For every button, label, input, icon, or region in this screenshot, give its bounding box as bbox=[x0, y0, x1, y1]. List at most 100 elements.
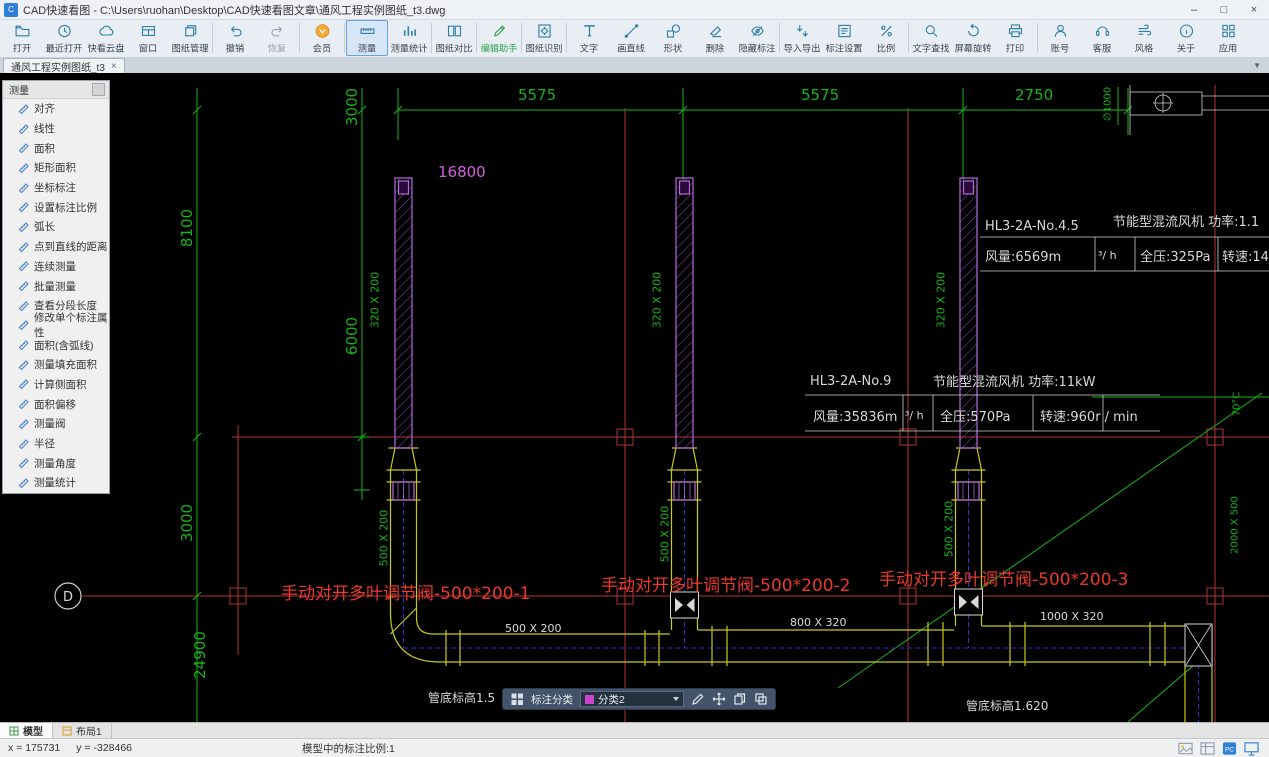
ribbon-button-text[interactable]: 文字 bbox=[568, 20, 610, 56]
ribbon-button-import-export[interactable]: 导入导出 bbox=[781, 20, 823, 56]
fan2-flow: 风量:35836m bbox=[813, 410, 898, 425]
panel-collapse-button[interactable] bbox=[92, 83, 105, 96]
measure-tool-side-area[interactable]: 计算侧面积 bbox=[3, 375, 109, 395]
ribbon-button-measure-stats[interactable]: 测量统计 bbox=[388, 20, 430, 56]
sheet-tab-model[interactable]: 模型 bbox=[0, 723, 53, 738]
move-icon[interactable] bbox=[712, 692, 726, 706]
ribbon-button-vip[interactable]: 会员 bbox=[301, 20, 343, 56]
ribbon-button-compare[interactable]: 图纸对比 bbox=[433, 20, 475, 56]
measure-tool-angle[interactable]: 测量角度 bbox=[3, 453, 109, 473]
measure-tool-coordinate[interactable]: 坐标标注 bbox=[3, 178, 109, 198]
ribbon-button-about[interactable]: 关于 bbox=[1165, 20, 1207, 56]
cad-canvas[interactable]: D 5575 5575 2750 3000 8100 6000 3000 249… bbox=[0, 73, 1269, 722]
stats-tool-icon bbox=[18, 477, 30, 489]
measure-tool-rect-area[interactable]: 矩形面积 bbox=[3, 158, 109, 178]
measure-tool-area-offset[interactable]: 面积偏移 bbox=[3, 394, 109, 414]
shapes-icon bbox=[664, 23, 683, 39]
ribbon-button-shapes[interactable]: 形状 bbox=[652, 20, 694, 56]
dim-label-left: 8100 bbox=[178, 208, 196, 248]
measure-tool-set-scale[interactable]: 设置标注比例 bbox=[3, 197, 109, 217]
status-bar: x = 175731 y = -328466 模型中的标注比例:1 bbox=[0, 738, 1269, 757]
minimize-button[interactable]: – bbox=[1179, 0, 1209, 20]
wind-icon bbox=[1135, 23, 1154, 39]
copy-icon[interactable] bbox=[733, 692, 747, 706]
thumbnail-grid-icon[interactable] bbox=[1200, 741, 1215, 756]
measure-icon bbox=[358, 23, 377, 39]
ribbon-button-delete[interactable]: 删除 bbox=[694, 20, 736, 56]
text-icon bbox=[580, 23, 599, 39]
ribbon-separator bbox=[344, 23, 345, 53]
valve-annotation[interactable]: 手动对开多叶调节阀-500*200-3 bbox=[879, 565, 1128, 590]
ribbon-button-sheet-manager[interactable]: 图纸管理 bbox=[169, 20, 211, 56]
category-dropdown[interactable]: 分类2 bbox=[580, 691, 684, 707]
ribbon-button-apps[interactable]: 应用 bbox=[1207, 20, 1249, 56]
grid-bubble-label: D bbox=[63, 590, 73, 605]
measure-tool-area[interactable]: 面积 bbox=[3, 138, 109, 158]
measure-tool-continuous[interactable]: 连续测量 bbox=[3, 257, 109, 277]
annotation-settings-icon bbox=[835, 23, 854, 39]
edit-icon[interactable] bbox=[691, 692, 705, 706]
model-sheet-icon bbox=[9, 726, 19, 736]
maximize-button[interactable]: □ bbox=[1209, 0, 1239, 20]
align-icon bbox=[18, 103, 30, 115]
riser-ducts bbox=[392, 177, 980, 501]
scale-icon bbox=[877, 23, 896, 39]
ribbon-button-find-text[interactable]: 文字查找 bbox=[910, 20, 952, 56]
measure-panel: 测量 对齐 线性 面积 矩形面积 坐标标注 设置标注比例 弧长 点到直线的距离 … bbox=[2, 80, 110, 494]
fan2-flow-unit: ³/ h bbox=[905, 409, 924, 422]
ribbon-button-hide-annotations[interactable]: 隐藏标注 bbox=[736, 20, 778, 56]
cad-drawing: D bbox=[54, 85, 1269, 722]
ribbon-button-open[interactable]: 打开 bbox=[1, 20, 43, 56]
layers-icon[interactable] bbox=[754, 692, 768, 706]
modify-attr-icon bbox=[18, 319, 30, 331]
fan1-pressure: 全压:325Pa bbox=[1140, 250, 1211, 265]
ribbon-button-service[interactable]: 客服 bbox=[1081, 20, 1123, 56]
ribbon-button-draw-line[interactable]: 画直线 bbox=[610, 20, 652, 56]
ribbon-button-annotation-settings[interactable]: 标注设置 bbox=[823, 20, 865, 56]
valve-annotation[interactable]: 手动对开多叶调节阀-500*200-1 bbox=[281, 579, 530, 604]
measure-tool-point-line-distance[interactable]: 点到直线的距离 bbox=[3, 237, 109, 257]
ribbon-button-redo[interactable]: 恢复 bbox=[256, 20, 298, 56]
measure-tool-batch[interactable]: 批量测量 bbox=[3, 276, 109, 296]
measure-tool-valve[interactable]: 测量阀 bbox=[3, 414, 109, 434]
ribbon-button-recognize[interactable]: 图纸识别 bbox=[523, 20, 565, 56]
ribbon-button-undo[interactable]: 撤销 bbox=[214, 20, 256, 56]
tab-close-icon[interactable]: × bbox=[111, 61, 117, 72]
fan2-pressure: 全压:570Pa bbox=[940, 410, 1011, 425]
ribbon-collapse-icon[interactable]: ▼ bbox=[1253, 61, 1261, 70]
sheet-tab-layout1[interactable]: 布局1 bbox=[53, 723, 112, 738]
measure-tool-arc-length[interactable]: 弧长 bbox=[3, 217, 109, 237]
ribbon-button-account[interactable]: 账号 bbox=[1039, 20, 1081, 56]
ribbon-button-window[interactable]: 窗口 bbox=[127, 20, 169, 56]
measure-tool-fill-area[interactable]: 测量填充面积 bbox=[3, 355, 109, 375]
dim-label-top: 2750 bbox=[1015, 86, 1054, 104]
measure-tool-align[interactable]: 对齐 bbox=[3, 99, 109, 119]
measure-tool-radius[interactable]: 半径 bbox=[3, 434, 109, 454]
measure-tool-stats[interactable]: 测量统计 bbox=[3, 473, 109, 493]
ribbon-button-cloud[interactable]: 快看云盘 bbox=[85, 20, 127, 56]
ribbon-button-rotate-screen[interactable]: 屏幕旋转 bbox=[952, 20, 994, 56]
ribbon-button-style[interactable]: 风格 bbox=[1123, 20, 1165, 56]
ribbon-button-edit-assistant[interactable]: 编辑助手 bbox=[478, 20, 520, 56]
ribbon-button-measure[interactable]: 测量 bbox=[346, 20, 388, 56]
document-tab[interactable]: 通风工程实例图纸_t3 × bbox=[3, 58, 125, 74]
ribbon-button-scale[interactable]: 比例 bbox=[865, 20, 907, 56]
measure-tool-area-arc[interactable]: 面积(含弧线) bbox=[3, 335, 109, 355]
open-icon bbox=[13, 23, 32, 39]
angle-icon bbox=[18, 457, 30, 469]
ribbon-button-recent[interactable]: 最近打开 bbox=[43, 20, 85, 56]
image-preview-icon[interactable] bbox=[1178, 741, 1193, 756]
measure-panel-header[interactable]: 测量 bbox=[3, 81, 109, 99]
monitor-icon[interactable] bbox=[1244, 741, 1259, 756]
measure-tool-modify-attr[interactable]: 修改单个标注属性 bbox=[3, 312, 109, 339]
eraser-icon bbox=[706, 23, 725, 39]
duct-dim-label: 500 X 200 bbox=[505, 622, 562, 635]
close-button[interactable]: × bbox=[1239, 0, 1269, 20]
side-size-label: 2000 X 500 bbox=[1229, 496, 1241, 554]
cursor-x-coordinate: x = 175731 bbox=[8, 742, 61, 754]
riser-size-label: 320 X 200 bbox=[650, 271, 664, 329]
ribbon-button-print[interactable]: 打印 bbox=[994, 20, 1036, 56]
valve-annotation[interactable]: 手动对开多叶调节阀-500*200-2 bbox=[601, 571, 850, 596]
measure-tool-linear[interactable]: 线性 bbox=[3, 119, 109, 139]
pc-version-badge[interactable] bbox=[1222, 741, 1237, 756]
